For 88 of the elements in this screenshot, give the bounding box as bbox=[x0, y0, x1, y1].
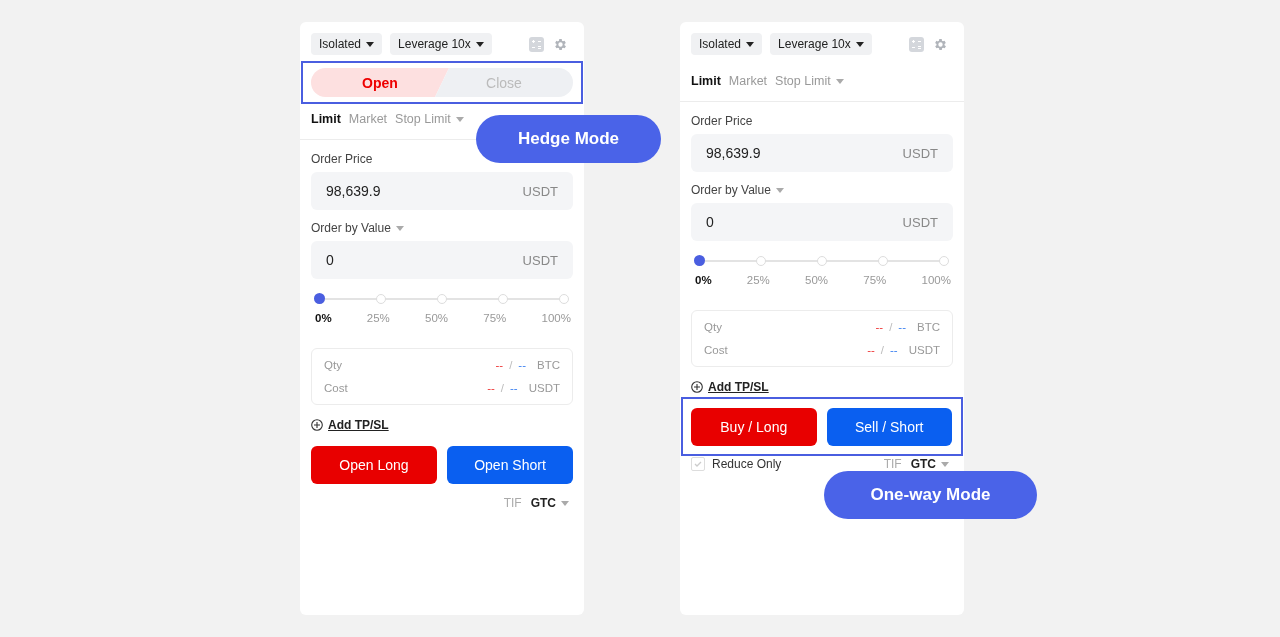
separator-text: / bbox=[509, 358, 513, 373]
order-type-tab[interactable]: Limit bbox=[311, 111, 341, 127]
caret-icon bbox=[835, 79, 844, 85]
caret-icon bbox=[395, 226, 404, 232]
summary-label: Qty bbox=[324, 358, 342, 373]
tick-label: 50% bbox=[805, 273, 829, 287]
caret-icon bbox=[941, 462, 949, 468]
slider[interactable] bbox=[694, 255, 950, 267]
short-button[interactable]: Sell / Short bbox=[826, 408, 952, 446]
long-button[interactable]: Open Long bbox=[311, 446, 437, 484]
tick-dot[interactable] bbox=[437, 294, 447, 304]
slider[interactable] bbox=[314, 293, 570, 305]
summary-label: Cost bbox=[324, 381, 348, 396]
field-label: Order Price bbox=[311, 151, 374, 167]
checkbox[interactable] bbox=[691, 457, 705, 471]
tick-dot[interactable] bbox=[878, 256, 888, 266]
caret-icon bbox=[366, 41, 375, 47]
long-value: -- bbox=[875, 320, 884, 335]
caret-icon bbox=[455, 117, 464, 123]
tick-label: 0% bbox=[315, 311, 332, 325]
long-value: -- bbox=[495, 358, 504, 373]
tick-dot[interactable] bbox=[498, 294, 508, 304]
tick-label: 100% bbox=[541, 311, 571, 325]
tick-dot[interactable] bbox=[376, 294, 386, 304]
tick-dot[interactable] bbox=[756, 256, 766, 266]
callout-label: Hedge Mode bbox=[476, 115, 661, 163]
unit-label: BTC bbox=[537, 358, 560, 373]
tick-label: 0% bbox=[695, 273, 712, 287]
slider-thumb[interactable] bbox=[314, 293, 325, 304]
short-button[interactable]: Open Short bbox=[447, 446, 573, 484]
input-field[interactable]: 98,639.9 USDT bbox=[691, 134, 953, 172]
tick-label: 25% bbox=[366, 311, 390, 325]
field-label: Order by Value bbox=[691, 182, 953, 198]
margin-mode-dropdown[interactable]: Isolated bbox=[691, 33, 763, 55]
caret-icon bbox=[561, 501, 569, 507]
slider-thumb[interactable] bbox=[694, 255, 705, 266]
add-tpsl-link[interactable]: Add TP/SL bbox=[328, 417, 389, 433]
input-field[interactable]: 0 USDT bbox=[691, 203, 953, 241]
input-field[interactable]: 98,639.9 USDT bbox=[311, 172, 573, 210]
tick-dot[interactable] bbox=[559, 294, 569, 304]
caret-icon bbox=[475, 41, 484, 47]
field-label: Order Price bbox=[691, 113, 754, 129]
short-value: -- bbox=[518, 358, 526, 373]
summary-label: Cost bbox=[704, 343, 728, 358]
add-icon bbox=[691, 381, 703, 393]
check-icon bbox=[693, 459, 703, 469]
unit-label: BTC bbox=[917, 320, 940, 335]
tif-dropdown[interactable]: GTC bbox=[530, 495, 569, 511]
tif-label: TIF bbox=[883, 456, 902, 472]
callout-label: One-way Mode bbox=[824, 471, 1037, 519]
add-icon bbox=[311, 419, 323, 431]
unit-label: USDT bbox=[908, 343, 940, 358]
calculator-icon[interactable] bbox=[909, 36, 924, 52]
order-type-tab[interactable]: Limit bbox=[691, 73, 721, 89]
long-value: -- bbox=[867, 343, 875, 358]
separator-text: / bbox=[880, 343, 884, 358]
caret-icon bbox=[855, 41, 864, 47]
tick-dot[interactable] bbox=[939, 256, 949, 266]
tif-dropdown[interactable]: GTC bbox=[910, 456, 949, 472]
leverage-dropdown[interactable]: Leverage 10x bbox=[390, 33, 492, 55]
caret-icon bbox=[746, 41, 755, 47]
leverage-dropdown[interactable]: Leverage 10x bbox=[770, 33, 872, 55]
unit-label: USDT bbox=[528, 381, 560, 396]
tick-label: 100% bbox=[921, 273, 951, 287]
input-field[interactable]: 0 USDT bbox=[311, 241, 573, 279]
separator-text: / bbox=[500, 381, 504, 396]
separator-text: / bbox=[889, 320, 893, 335]
short-value: -- bbox=[898, 320, 906, 335]
checkbox-label: Reduce Only bbox=[712, 456, 782, 472]
add-tpsl-link[interactable]: Add TP/SL bbox=[708, 379, 769, 395]
summary-label: Qty bbox=[704, 320, 722, 335]
caret-icon bbox=[775, 188, 784, 194]
long-button[interactable]: Buy / Long bbox=[691, 408, 817, 446]
tick-label: 75% bbox=[483, 311, 507, 325]
settings-icon[interactable] bbox=[933, 36, 948, 52]
short-value: -- bbox=[890, 343, 898, 358]
short-value: -- bbox=[510, 381, 518, 396]
position-tab[interactable]: Open bbox=[311, 68, 449, 97]
field-label: Order by Value bbox=[311, 220, 573, 236]
calculator-icon[interactable] bbox=[529, 36, 544, 52]
tif-label: TIF bbox=[503, 495, 522, 511]
tick-label: 75% bbox=[863, 273, 887, 287]
tick-dot[interactable] bbox=[817, 256, 827, 266]
settings-icon[interactable] bbox=[553, 36, 568, 52]
long-value: -- bbox=[487, 381, 495, 396]
tick-label: 25% bbox=[746, 273, 770, 287]
tick-label: 50% bbox=[425, 311, 449, 325]
margin-mode-dropdown[interactable]: Isolated bbox=[311, 33, 383, 55]
